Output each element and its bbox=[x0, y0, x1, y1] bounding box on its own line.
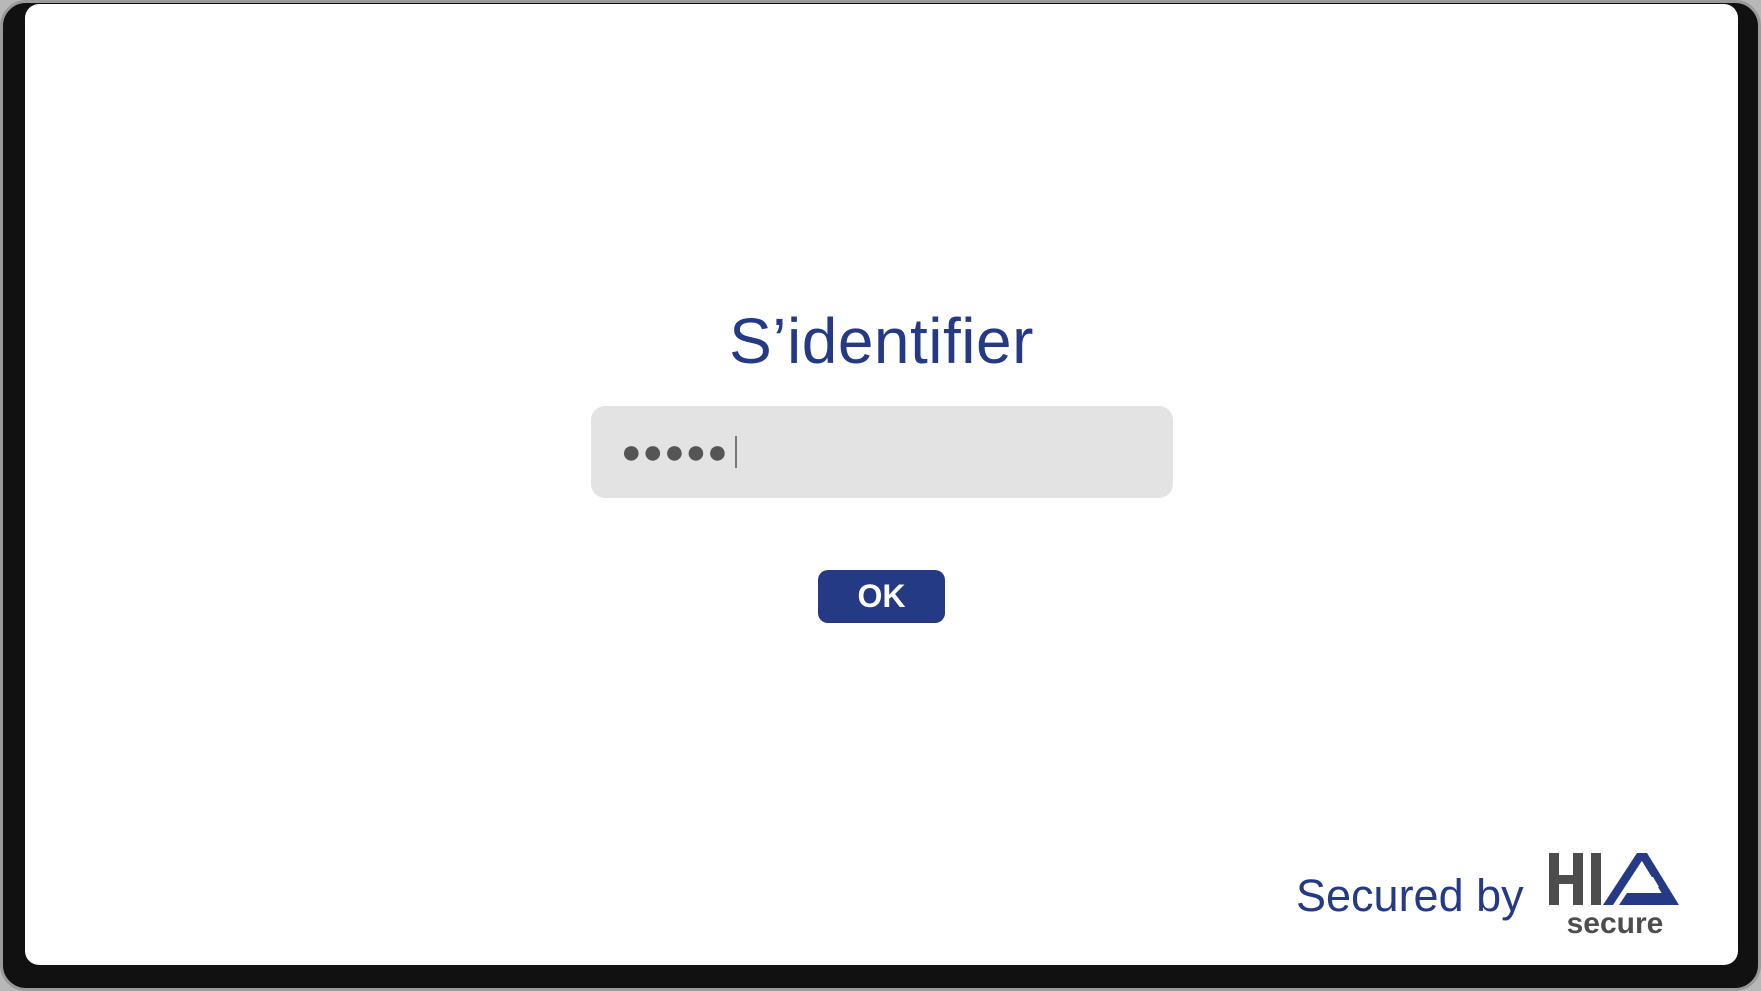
logo-subtext: secure bbox=[1567, 907, 1664, 937]
secured-by-label: Secured by bbox=[1296, 870, 1524, 921]
pin-input[interactable]: ●●●●● bbox=[591, 406, 1173, 498]
masked-pin-value: ●●●●● bbox=[621, 433, 729, 471]
login-screen: S’identifier ●●●●● OK Secured by secure bbox=[25, 4, 1738, 965]
text-caret bbox=[734, 436, 737, 468]
hia-secure-logo: secure bbox=[1549, 853, 1679, 937]
page-title: S’identifier bbox=[729, 305, 1034, 377]
ok-button[interactable]: OK bbox=[818, 570, 945, 623]
